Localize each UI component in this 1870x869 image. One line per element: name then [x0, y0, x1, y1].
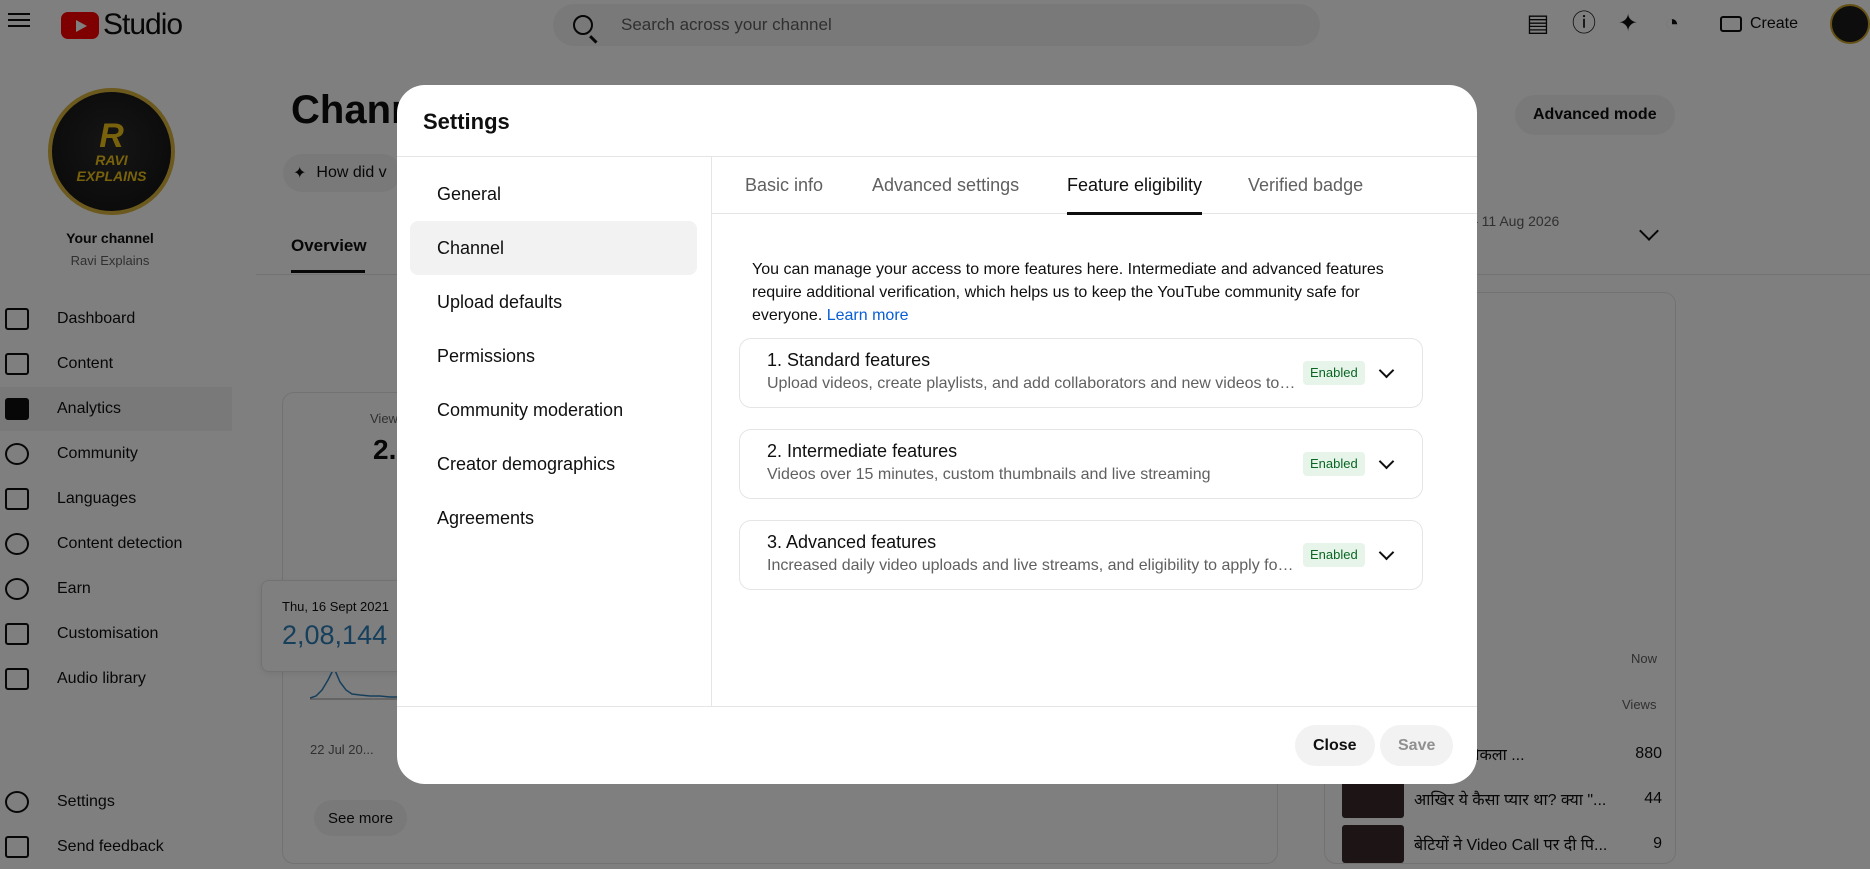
status-badge: Enabled	[1303, 361, 1365, 385]
settings-menu-general[interactable]: General	[410, 167, 697, 221]
settings-menu-community-moderation[interactable]: Community moderation	[410, 383, 697, 437]
settings-menu-permissions[interactable]: Permissions	[410, 329, 697, 383]
feature-title: 2. Intermediate features	[767, 441, 958, 461]
settings-menu-creator-demographics[interactable]: Creator demographics	[410, 437, 697, 491]
feature-standard[interactable]: 1. Standard features Upload videos, crea…	[739, 338, 1423, 408]
settings-menu-agreements[interactable]: Agreements	[410, 491, 697, 545]
status-badge: Enabled	[1303, 452, 1365, 476]
feature-title: 1. Standard features	[767, 350, 931, 370]
close-button[interactable]: Close	[1295, 725, 1375, 766]
chevron-down-icon[interactable]	[1378, 544, 1395, 561]
divider	[711, 157, 712, 706]
chevron-down-icon[interactable]	[1378, 362, 1395, 379]
tab-advanced-settings[interactable]: Advanced settings	[872, 157, 1019, 214]
feature-description: Videos over 15 minutes, custom thumbnail…	[767, 466, 1211, 483]
feature-eligibility-intro: You can manage your access to more featu…	[752, 258, 1402, 327]
save-button[interactable]: Save	[1380, 725, 1454, 766]
settings-menu-channel[interactable]: Channel	[410, 221, 697, 275]
settings-menu-upload-defaults[interactable]: Upload defaults	[410, 275, 697, 329]
tab-basic-info[interactable]: Basic info	[745, 157, 823, 214]
settings-tabs: Basic info Advanced settings Feature eli…	[712, 157, 1477, 215]
dialog-title: Settings	[423, 109, 510, 134]
settings-dialog: Settings General Channel Upload defaults…	[397, 85, 1477, 784]
chevron-down-icon[interactable]	[1378, 453, 1395, 470]
tab-feature-eligibility[interactable]: Feature eligibility	[1067, 157, 1203, 215]
tab-verified-badge[interactable]: Verified badge	[1248, 157, 1363, 214]
feature-intermediate[interactable]: 2. Intermediate features Videos over 15 …	[739, 429, 1423, 499]
feature-description: Upload videos, create playlists, and add…	[767, 375, 1297, 392]
learn-more-link[interactable]: Learn more	[827, 307, 909, 324]
feature-description: Increased daily video uploads and live s…	[767, 557, 1297, 574]
divider	[397, 706, 1477, 707]
status-badge: Enabled	[1303, 543, 1365, 567]
feature-title: 3. Advanced features	[767, 532, 937, 552]
feature-advanced[interactable]: 3. Advanced features Increased daily vid…	[739, 520, 1423, 590]
